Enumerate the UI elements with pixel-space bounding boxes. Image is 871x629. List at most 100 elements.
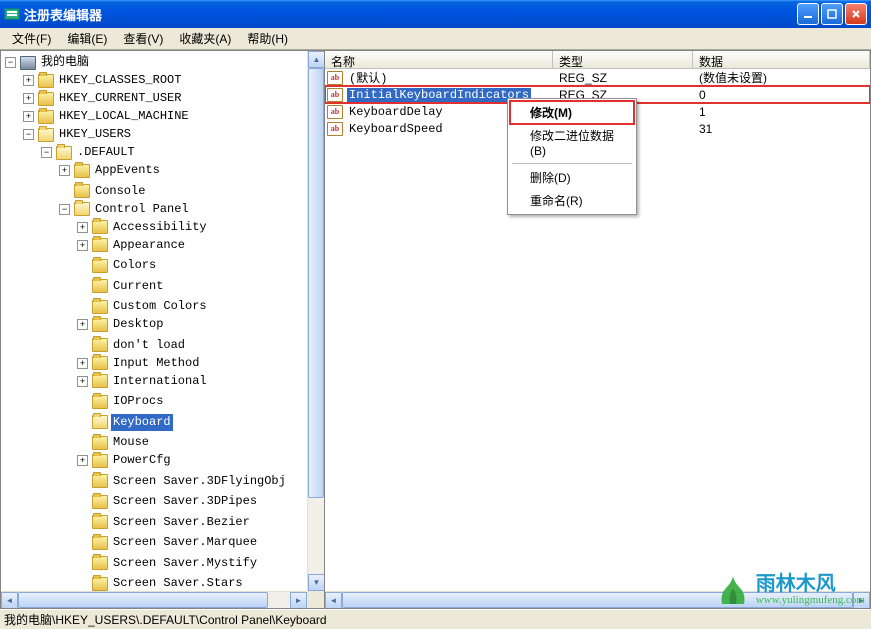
expand-icon[interactable]: +	[77, 376, 88, 387]
value-data: 31	[693, 122, 870, 136]
maximize-button[interactable]	[821, 3, 843, 25]
tree-console[interactable]: Console	[93, 183, 147, 200]
menu-view[interactable]: 查看(V)	[115, 28, 171, 49]
expand-icon[interactable]: +	[77, 358, 88, 369]
folder-icon	[38, 74, 54, 88]
list-header: 名称 类型 数据	[325, 51, 870, 69]
folder-icon	[92, 577, 108, 591]
folder-icon	[38, 110, 54, 124]
watermark-text: 雨林木风	[756, 574, 865, 595]
tree-ssmystify[interactable]: Screen Saver.Mystify	[111, 555, 259, 572]
expand-icon[interactable]: +	[77, 240, 88, 251]
tree-root[interactable]: 我的电脑	[39, 54, 91, 71]
scroll-left-icon[interactable]: ◄	[325, 592, 342, 609]
tree-keyboard[interactable]: Keyboard	[111, 414, 173, 431]
folder-icon	[92, 495, 108, 509]
folder-icon	[92, 220, 108, 234]
collapse-icon[interactable]: −	[59, 204, 70, 215]
tree-current[interactable]: Current	[111, 278, 165, 295]
list-row[interactable]: ab(默认) REG_SZ (数值未设置)	[325, 69, 870, 86]
scroll-thumb[interactable]	[18, 592, 268, 608]
tree-ssmarquee[interactable]: Screen Saver.Marquee	[111, 534, 259, 551]
tree-hku[interactable]: HKEY_USERS	[57, 126, 133, 143]
expand-icon[interactable]: +	[23, 75, 34, 86]
value-data: 1	[693, 105, 870, 119]
status-path: 我的电脑\HKEY_USERS\.DEFAULT\Control Panel\K…	[4, 611, 327, 628]
tree-default[interactable]: .DEFAULT	[75, 144, 137, 161]
folder-icon	[92, 238, 108, 252]
folder-icon	[92, 338, 108, 352]
folder-icon	[74, 164, 90, 178]
tree-hkcr[interactable]: HKEY_CLASSES_ROOT	[57, 72, 183, 89]
menu-help[interactable]: 帮助(H)	[239, 28, 296, 49]
expand-icon[interactable]: +	[77, 222, 88, 233]
value-data: 0	[693, 88, 870, 102]
collapse-icon[interactable]: −	[23, 129, 34, 140]
scroll-up-icon[interactable]: ▲	[308, 51, 325, 68]
tree-international[interactable]: International	[111, 373, 209, 390]
scroll-thumb[interactable]	[308, 68, 324, 498]
expand-icon[interactable]: +	[77, 455, 88, 466]
menu-delete[interactable]: 删除(D)	[510, 166, 634, 189]
expand-icon[interactable]: +	[23, 111, 34, 122]
status-bar: 我的电脑\HKEY_USERS\.DEFAULT\Control Panel\K…	[0, 609, 871, 629]
expand-icon[interactable]: +	[59, 165, 70, 176]
scroll-left-icon[interactable]: ◄	[1, 592, 18, 609]
string-icon: ab	[327, 88, 343, 102]
tree-ssbezier[interactable]: Screen Saver.Bezier	[111, 514, 252, 531]
tree-scrollbar-horizontal[interactable]: ◄ ►	[1, 591, 307, 608]
menu-bar: 文件(F) 编辑(E) 查看(V) 收藏夹(A) 帮助(H)	[0, 28, 871, 50]
tree-inputmethod[interactable]: Input Method	[111, 355, 201, 372]
tree-scrollbar-vertical[interactable]: ▲ ▼	[307, 51, 324, 591]
tree-colors[interactable]: Colors	[111, 257, 158, 274]
menu-file[interactable]: 文件(F)	[4, 28, 59, 49]
menu-favorites[interactable]: 收藏夹(A)	[171, 28, 239, 49]
tree-ss3dpipes[interactable]: Screen Saver.3DPipes	[111, 493, 259, 510]
tree-ioprocs[interactable]: IOProcs	[111, 393, 165, 410]
menu-modify[interactable]: 修改(M)	[510, 101, 634, 124]
tree-pane[interactable]: − 我的电脑 + HKEY_CLASSES_ROOT + HKEY_CURRENT_U…	[0, 50, 325, 609]
col-header-type[interactable]: 类型	[553, 51, 693, 68]
expand-icon[interactable]: +	[23, 93, 34, 104]
tree-hkcu[interactable]: HKEY_CURRENT_USER	[57, 90, 183, 107]
tree-ssstars[interactable]: Screen Saver.Stars	[111, 575, 245, 592]
watermark-logo-icon	[716, 576, 750, 606]
value-type: REG_SZ	[553, 71, 693, 85]
value-name: KeyboardSpeed	[347, 122, 445, 136]
tree-appevents[interactable]: AppEvents	[93, 162, 162, 179]
menu-separator	[512, 163, 632, 164]
title-bar: 注册表编辑器	[0, 0, 871, 28]
tree-appearance[interactable]: Appearance	[111, 237, 187, 254]
collapse-icon[interactable]: −	[5, 57, 16, 68]
tree-customcolors[interactable]: Custom Colors	[111, 298, 209, 315]
folder-icon	[92, 300, 108, 314]
tree-desktop[interactable]: Desktop	[111, 316, 165, 333]
minimize-button[interactable]	[797, 3, 819, 25]
col-header-data[interactable]: 数据	[693, 51, 870, 68]
string-icon: ab	[327, 122, 343, 136]
value-name: (默认)	[347, 69, 389, 86]
collapse-icon[interactable]: −	[41, 147, 52, 158]
tree-controlpanel[interactable]: Control Panel	[93, 201, 191, 218]
menu-edit[interactable]: 编辑(E)	[59, 28, 115, 49]
folder-icon	[92, 415, 108, 429]
menu-modify-binary[interactable]: 修改二进位数据(B)	[510, 124, 634, 161]
tree-hklm[interactable]: HKEY_LOCAL_MACHINE	[57, 108, 191, 125]
menu-rename[interactable]: 重命名(R)	[510, 189, 634, 212]
scroll-down-icon[interactable]: ▼	[308, 574, 325, 591]
folder-icon	[38, 92, 54, 106]
folder-icon	[92, 395, 108, 409]
col-header-name[interactable]: 名称	[325, 51, 553, 68]
tree-dontload[interactable]: don't load	[111, 337, 187, 354]
tree-ss3dflying[interactable]: Screen Saver.3DFlyingObj	[111, 473, 288, 490]
expand-icon[interactable]: +	[77, 319, 88, 330]
tree-accessibility[interactable]: Accessibility	[111, 219, 209, 236]
tree-mouse[interactable]: Mouse	[111, 434, 151, 451]
value-data: (数值未设置)	[693, 69, 870, 86]
close-button[interactable]	[845, 3, 867, 25]
scroll-right-icon[interactable]: ►	[290, 592, 307, 609]
tree-powercfg[interactable]: PowerCfg	[111, 452, 173, 469]
folder-icon	[92, 436, 108, 450]
computer-icon	[20, 56, 36, 70]
watermark: 雨林木风 www.yulingmufeng.com	[716, 574, 865, 607]
